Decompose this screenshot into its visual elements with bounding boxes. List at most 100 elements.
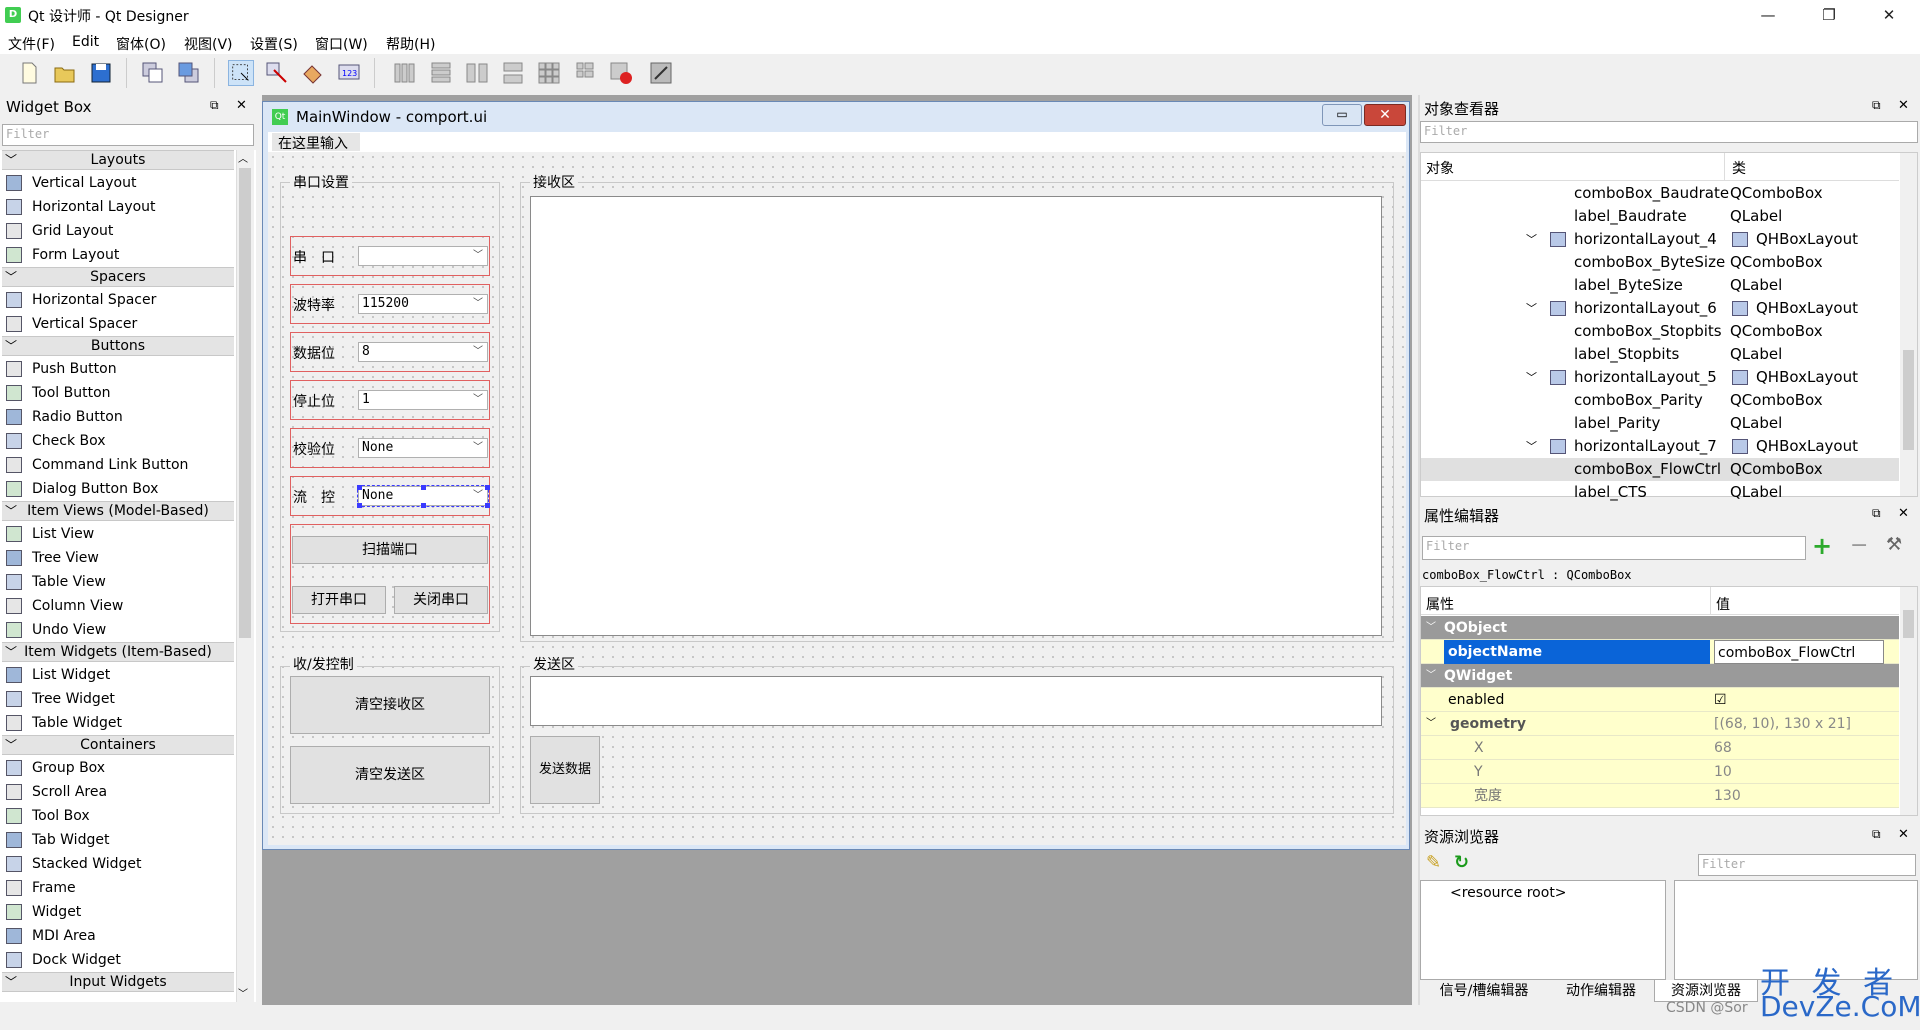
menu-help[interactable]: 帮助(H) xyxy=(386,34,435,54)
dock-close-icon[interactable]: ✕ xyxy=(1898,98,1909,113)
clear-receive-button[interactable]: 清空接收区 xyxy=(290,676,490,734)
layout-splitter-h-icon[interactable] xyxy=(464,60,490,86)
property-row[interactable] xyxy=(1421,760,1899,784)
close-port-button[interactable]: 关闭串口 xyxy=(394,586,488,614)
widget-category[interactable]: ﹀ Containers xyxy=(2,735,234,755)
scrollbar-thumb[interactable] xyxy=(239,168,251,638)
col-property[interactable]: 属性 xyxy=(1426,594,1454,614)
minimize-button[interactable]: — xyxy=(1745,0,1791,30)
selection-handle[interactable] xyxy=(421,485,426,490)
widget-item[interactable]: List View xyxy=(2,522,234,546)
float-icon[interactable]: ⧉ xyxy=(1872,827,1881,842)
widget-item[interactable]: Dock Widget xyxy=(2,948,234,972)
resource-root[interactable]: <resource root> xyxy=(1450,885,1567,901)
send-textarea[interactable] xyxy=(530,676,1382,726)
layout-grid-icon[interactable] xyxy=(536,60,562,86)
property-value-editor[interactable]: comboBox_FlowCtrl xyxy=(1714,640,1884,664)
clear-send-button[interactable]: 清空发送区 xyxy=(290,746,490,804)
widget-item[interactable]: Push Button xyxy=(2,357,234,381)
selection-handle[interactable] xyxy=(485,485,490,490)
expand-chevron-icon[interactable]: ﹀ xyxy=(1526,435,1537,458)
selection-handle[interactable] xyxy=(357,485,362,490)
selection-handle[interactable] xyxy=(421,503,426,508)
chevron-up-icon[interactable]: ︿ xyxy=(238,150,248,165)
layout-vertical-icon[interactable] xyxy=(428,60,454,86)
selection-handle[interactable] xyxy=(357,503,362,508)
tab-resource-browser[interactable]: 资源浏览器 xyxy=(1654,980,1758,1002)
menu-placeholder[interactable]: 在这里输入 xyxy=(272,133,360,152)
close-button[interactable]: ✕ xyxy=(1866,0,1912,30)
send-data-button[interactable]: 发送数据 xyxy=(530,736,600,804)
scrollbar-thumb[interactable] xyxy=(1903,610,1914,638)
float-icon[interactable]: ⧉ xyxy=(210,98,219,113)
send-to-back-icon[interactable] xyxy=(140,60,166,86)
widget-item[interactable]: Form Layout xyxy=(2,243,234,267)
add-property-icon[interactable]: + xyxy=(1812,532,1832,560)
widget-item[interactable]: Tab Widget xyxy=(2,828,234,852)
widget-category[interactable]: ﹀ Item Views (Model-Based) xyxy=(2,501,234,521)
expand-chevron-icon[interactable]: ﹀ xyxy=(1426,712,1436,736)
widget-item[interactable]: Grid Layout xyxy=(2,219,234,243)
adjust-size-icon[interactable] xyxy=(648,60,674,86)
menu-view[interactable]: 视图(V) xyxy=(184,34,233,54)
tab-action-editor[interactable]: 动作编辑器 xyxy=(1548,980,1654,1002)
widget-category[interactable]: ﹀ Spacers xyxy=(2,267,234,287)
widget-item[interactable]: Undo View xyxy=(2,618,234,642)
widget-category[interactable]: ﹀ Input Widgets xyxy=(2,972,234,992)
expand-chevron-icon[interactable]: ﹀ xyxy=(1526,297,1537,320)
menu-settings[interactable]: 设置(S) xyxy=(250,34,298,54)
expand-chevron-icon[interactable]: ﹀ xyxy=(1526,228,1537,251)
widget-item[interactable]: Table View xyxy=(2,570,234,594)
menu-window[interactable]: 窗口(W) xyxy=(315,34,368,54)
scan-port-button[interactable]: 扫描端口 xyxy=(292,536,488,564)
widget-item[interactable]: Check Box xyxy=(2,429,234,453)
field-combobox[interactable]: 1 ﹀ xyxy=(358,390,488,410)
edit-signals-icon[interactable] xyxy=(264,60,290,86)
widget-item[interactable]: List Widget xyxy=(2,663,234,687)
widget-category[interactable]: ﹀ Item Widgets (Item-Based) xyxy=(2,642,234,662)
property-filter[interactable]: Filter xyxy=(1422,536,1806,560)
new-file-icon[interactable] xyxy=(16,60,42,86)
wrench-icon[interactable]: ⚒ xyxy=(1886,534,1902,555)
widget-item[interactable]: Tool Button xyxy=(2,381,234,405)
selection-handle[interactable] xyxy=(485,503,490,508)
menu-file[interactable]: 文件(F) xyxy=(8,34,55,54)
save-icon[interactable] xyxy=(88,60,114,86)
widget-item[interactable]: Horizontal Layout xyxy=(2,195,234,219)
widget-item[interactable]: Tree View xyxy=(2,546,234,570)
widget-item[interactable]: Group Box xyxy=(2,756,234,780)
open-folder-icon[interactable] xyxy=(52,60,78,86)
field-combobox[interactable]: 115200 ﹀ xyxy=(358,294,488,314)
expand-chevron-icon[interactable]: ﹀ xyxy=(1526,366,1537,389)
layout-form-icon[interactable] xyxy=(572,60,598,86)
widget-item[interactable]: Scroll Area xyxy=(2,780,234,804)
field-combobox[interactable]: None ﹀ xyxy=(358,438,488,458)
tab-signal-slot-editor[interactable]: 信号/槽编辑器 xyxy=(1420,980,1548,1002)
layout-horizontal-icon[interactable] xyxy=(392,60,418,86)
bring-to-front-icon[interactable] xyxy=(176,60,202,86)
object-tree-row[interactable] xyxy=(1421,481,1899,504)
widget-item[interactable]: Stacked Widget xyxy=(2,852,234,876)
field-combobox[interactable]: 8 ﹀ xyxy=(358,342,488,362)
resource-filter[interactable]: Filter xyxy=(1698,854,1916,876)
dock-close-icon[interactable]: ✕ xyxy=(236,98,247,113)
property-row[interactable] xyxy=(1421,736,1899,760)
object-inspector-filter[interactable]: Filter xyxy=(1420,121,1918,143)
widget-item[interactable]: Tree Widget xyxy=(2,687,234,711)
widget-category[interactable]: ﹀ Layouts xyxy=(2,150,234,170)
remove-property-icon[interactable]: − xyxy=(1850,533,1868,558)
widget-item[interactable]: Widget xyxy=(2,900,234,924)
form-minimize-button[interactable]: ▭ xyxy=(1322,104,1362,126)
menu-form[interactable]: 窗体(O) xyxy=(116,34,166,54)
widget-item[interactable]: Frame xyxy=(2,876,234,900)
widget-item[interactable]: MDI Area xyxy=(2,924,234,948)
widget-item[interactable]: Radio Button xyxy=(2,405,234,429)
edit-tab-order-icon[interactable]: 123 xyxy=(336,60,362,86)
dock-close-icon[interactable]: ✕ xyxy=(1898,827,1909,842)
reload-icon[interactable]: ↻ xyxy=(1454,852,1469,873)
col-value[interactable]: 值 xyxy=(1716,594,1730,614)
widget-category[interactable]: ﹀ Buttons xyxy=(2,336,234,356)
float-icon[interactable]: ⧉ xyxy=(1872,98,1881,113)
widget-item[interactable]: Table Widget xyxy=(2,711,234,735)
maximize-button[interactable]: ❐ xyxy=(1806,0,1852,30)
